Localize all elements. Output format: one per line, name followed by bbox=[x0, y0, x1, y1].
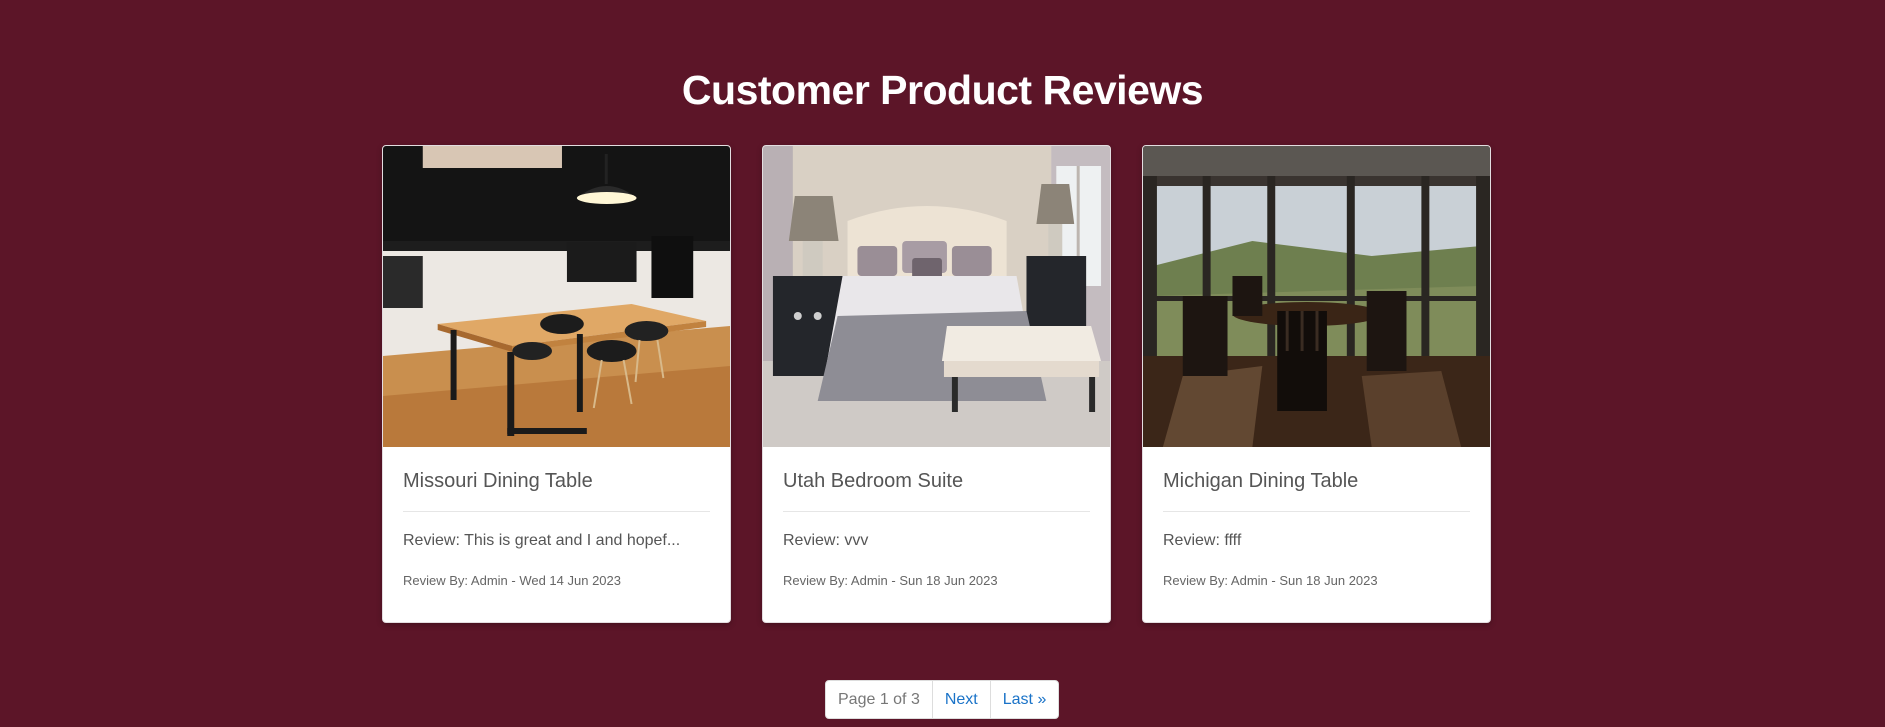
card-body: Michigan Dining Table Review: ffff Revie… bbox=[1143, 447, 1490, 590]
page-info: Page 1 of 3 bbox=[826, 681, 933, 718]
review-meta: Review By: Admin - Sun 18 Jun 2023 bbox=[783, 573, 998, 588]
review-text: Review: This is great and I and hopef... bbox=[403, 532, 681, 549]
pagination: Page 1 of 3 Next Last » bbox=[825, 680, 1060, 719]
product-title[interactable]: Missouri Dining Table bbox=[403, 467, 710, 512]
sunroom-dining-table-photo bbox=[1143, 146, 1490, 447]
bedroom-suite-photo bbox=[763, 146, 1110, 447]
review-cards: Missouri Dining Table Review: This is gr… bbox=[382, 145, 1491, 623]
product-image[interactable] bbox=[383, 146, 730, 447]
card-body: Missouri Dining Table Review: This is gr… bbox=[383, 447, 730, 590]
review-card: Missouri Dining Table Review: This is gr… bbox=[382, 145, 731, 623]
review-text: Review: vvv bbox=[783, 532, 869, 549]
review-card: Michigan Dining Table Review: ffff Revie… bbox=[1142, 145, 1491, 623]
reviews-section: Customer Product Reviews Missouri Dining… bbox=[0, 0, 1885, 727]
last-page-link[interactable]: Last » bbox=[991, 681, 1059, 718]
card-body: Utah Bedroom Suite Review: vvv Review By… bbox=[763, 447, 1110, 590]
review-meta: Review By: Admin - Sun 18 Jun 2023 bbox=[1163, 573, 1378, 588]
review-text: Review: ffff bbox=[1163, 532, 1242, 549]
product-image[interactable] bbox=[1143, 146, 1490, 447]
office-dining-table-photo bbox=[383, 146, 730, 447]
page-title: Customer Product Reviews bbox=[681, 67, 1204, 113]
review-meta: Review By: Admin - Wed 14 Jun 2023 bbox=[403, 573, 621, 588]
product-image[interactable] bbox=[763, 146, 1110, 447]
product-title[interactable]: Michigan Dining Table bbox=[1163, 467, 1470, 512]
review-card: Utah Bedroom Suite Review: vvv Review By… bbox=[762, 145, 1111, 623]
next-page-link[interactable]: Next bbox=[933, 681, 991, 718]
product-title[interactable]: Utah Bedroom Suite bbox=[783, 467, 1090, 512]
